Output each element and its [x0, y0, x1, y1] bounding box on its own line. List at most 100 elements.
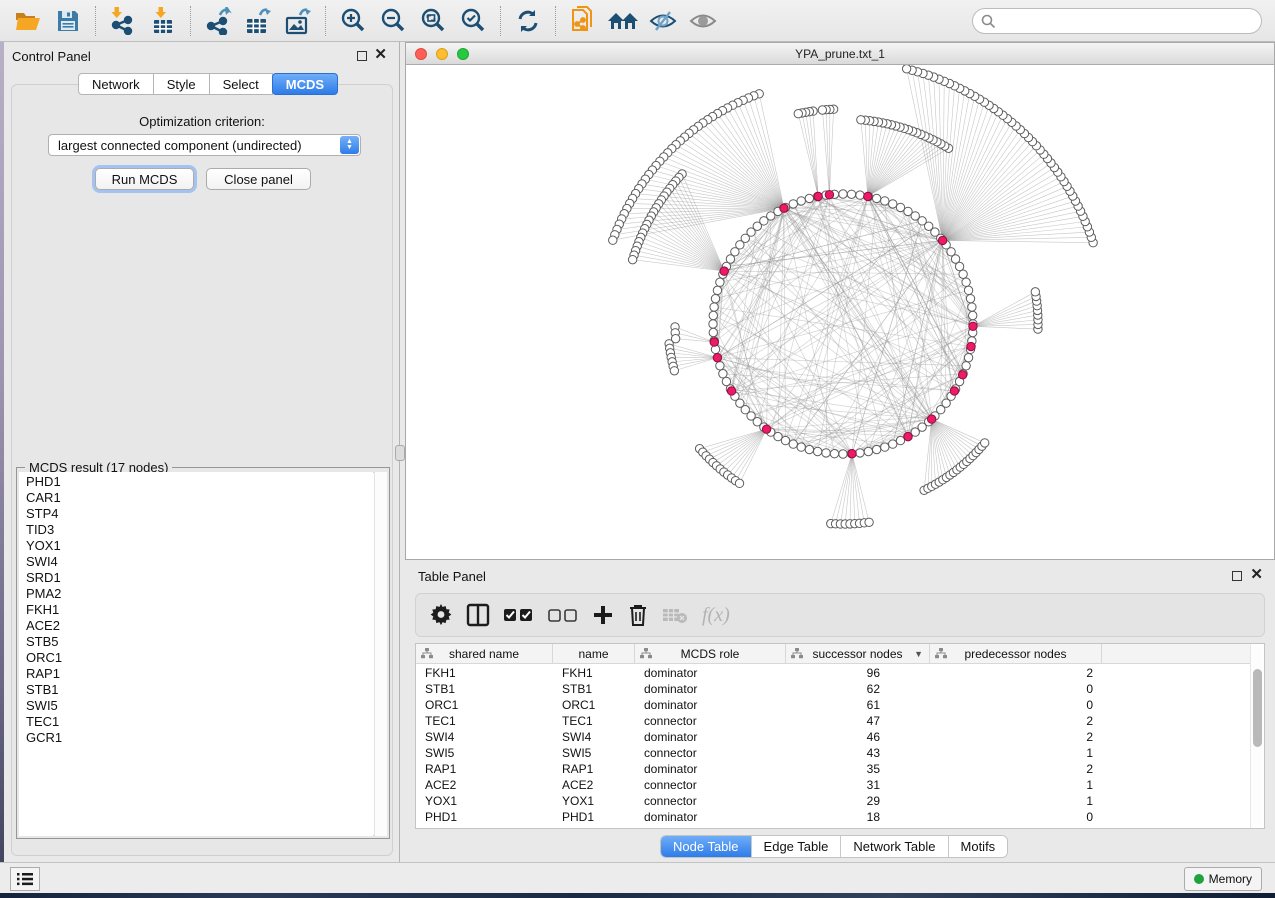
optimization-criterion-select[interactable]: largest connected component (undirected)… [48, 134, 361, 156]
network-node[interactable] [966, 294, 974, 302]
scrollbar-thumb[interactable] [1253, 669, 1262, 747]
mcds-result-item[interactable]: RAP1 [26, 666, 373, 682]
network-node[interactable] [797, 197, 805, 205]
network-node[interactable] [628, 255, 636, 263]
dominator-node[interactable] [950, 387, 958, 395]
mcds-result-item[interactable]: YOX1 [26, 538, 373, 554]
table-row[interactable]: SWI4SWI4dominator462 [416, 729, 1251, 745]
network-node[interactable] [847, 190, 855, 198]
network-canvas[interactable] [406, 65, 1274, 559]
dominator-node[interactable] [969, 322, 977, 330]
close-panel-button[interactable]: Close panel [206, 168, 311, 190]
task-history-button[interactable] [10, 867, 40, 891]
network-node[interactable] [856, 191, 864, 199]
dominator-node[interactable] [904, 432, 912, 440]
network-node[interactable] [896, 203, 904, 211]
zoom-selected-icon[interactable] [456, 4, 490, 38]
tab-node-table[interactable]: Node Table [661, 836, 751, 857]
search-input[interactable] [1001, 14, 1261, 28]
float-panel-icon[interactable] [357, 51, 367, 61]
mcds-result-item[interactable]: PMA2 [26, 586, 373, 602]
mcds-result-item[interactable]: ACE2 [26, 618, 373, 634]
show-details-icon[interactable] [686, 4, 720, 38]
network-node[interactable] [964, 286, 972, 294]
dominator-node[interactable] [967, 342, 975, 350]
network-node[interactable] [857, 116, 865, 124]
import-table-icon[interactable] [146, 4, 180, 38]
mcds-result-item[interactable]: STP4 [26, 506, 373, 522]
dominator-node[interactable] [780, 204, 788, 212]
network-node[interactable] [981, 439, 989, 447]
network-node[interactable] [797, 443, 805, 451]
table-scrollbar[interactable] [1250, 645, 1263, 828]
network-node[interactable] [818, 106, 826, 114]
network-node[interactable] [735, 479, 743, 487]
table-row[interactable]: STB1STB1dominator620 [416, 681, 1251, 697]
export-network-icon[interactable] [201, 4, 235, 38]
network-node[interactable] [713, 286, 721, 294]
open-file-icon[interactable] [11, 4, 45, 38]
network-node[interactable] [959, 270, 967, 278]
network-node[interactable] [781, 436, 789, 444]
dominator-node[interactable] [864, 192, 872, 200]
network-node[interactable] [830, 450, 838, 458]
network-node[interactable] [865, 518, 873, 526]
network-node[interactable] [711, 294, 719, 302]
network-node[interactable] [609, 236, 617, 244]
network-node[interactable] [864, 447, 872, 455]
column-header-role[interactable]: MCDS role [635, 644, 786, 664]
dominator-node[interactable] [848, 449, 856, 457]
tab-motifs[interactable]: Motifs [948, 836, 1008, 857]
network-from-file-icon[interactable] [566, 4, 600, 38]
network-node[interactable] [710, 303, 718, 311]
delete-table-icon[interactable] [662, 600, 688, 630]
table-row[interactable]: YOX1YOX1connector291 [416, 793, 1251, 809]
network-node[interactable] [719, 370, 727, 378]
network-node[interactable] [671, 334, 679, 342]
network-node[interactable] [962, 278, 970, 286]
dominator-node[interactable] [713, 353, 721, 361]
table-row[interactable]: PHD1PHD1dominator180 [416, 809, 1251, 825]
tab-network[interactable]: Network [78, 73, 154, 95]
network-node[interactable] [902, 65, 910, 73]
network-node[interactable] [964, 353, 972, 361]
column-header-succ[interactable]: successor nodes▼ [786, 644, 930, 664]
network-node[interactable] [794, 109, 802, 117]
network-node[interactable] [962, 362, 970, 370]
mcds-result-item[interactable]: STB5 [26, 634, 373, 650]
table-row[interactable]: ORC1ORC1dominator610 [416, 697, 1251, 713]
export-image-icon[interactable] [281, 4, 315, 38]
table-row[interactable]: RAP1RAP1dominator352 [416, 761, 1251, 777]
network-node[interactable] [889, 200, 897, 208]
dominator-node[interactable] [710, 338, 718, 346]
network-node[interactable] [872, 445, 880, 453]
dominator-node[interactable] [927, 415, 935, 423]
mcds-result-scrollbar[interactable] [374, 472, 387, 836]
network-node[interactable] [670, 367, 678, 375]
network-node[interactable] [822, 449, 830, 457]
mcds-result-item[interactable]: GCR1 [26, 730, 373, 746]
network-node[interactable] [789, 440, 797, 448]
mcds-result-item[interactable]: STB1 [26, 682, 373, 698]
home-networks-icon[interactable] [606, 4, 640, 38]
add-column-icon[interactable] [592, 600, 614, 630]
export-table-icon[interactable] [241, 4, 275, 38]
dominator-node[interactable] [762, 425, 770, 433]
mcds-result-item[interactable]: TEC1 [26, 714, 373, 730]
float-panel-icon[interactable] [1232, 571, 1242, 581]
network-node[interactable] [789, 200, 797, 208]
mcds-result-item[interactable]: CAR1 [26, 490, 373, 506]
mcds-result-item[interactable]: FKH1 [26, 602, 373, 618]
network-node[interactable] [968, 303, 976, 311]
network-node[interactable] [709, 328, 717, 336]
memory-button[interactable]: Memory [1184, 867, 1262, 891]
dominator-node[interactable] [720, 267, 728, 275]
mcds-result-item[interactable]: SWI4 [26, 554, 373, 570]
tab-mcds[interactable]: MCDS [272, 73, 338, 95]
dominator-node[interactable] [727, 387, 735, 395]
network-node[interactable] [856, 449, 864, 457]
tab-edge-table[interactable]: Edge Table [751, 836, 841, 857]
network-node[interactable] [709, 311, 717, 319]
dominator-node[interactable] [938, 236, 946, 244]
network-node[interactable] [813, 447, 821, 455]
